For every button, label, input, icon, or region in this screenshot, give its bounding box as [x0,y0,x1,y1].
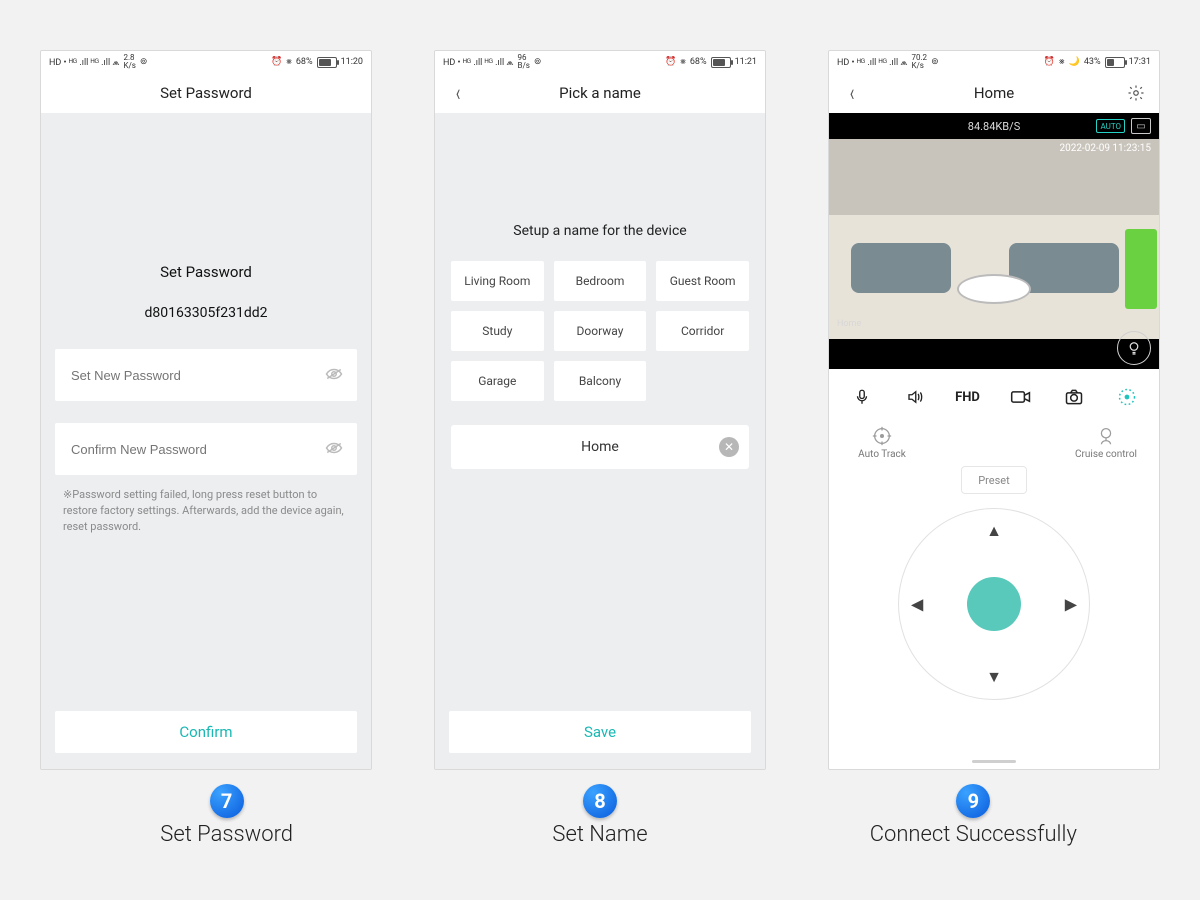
dpad-left[interactable]: ◀ [911,595,923,614]
room-chip[interactable]: Living Room [451,261,544,301]
snapshot-button[interactable] [1057,382,1091,412]
video-label: Home [837,319,861,329]
set-password-heading: Set Password [41,113,371,281]
page-title: Home [974,84,1014,102]
navbar: ‹ Pick a name [435,73,765,114]
cruise-control-button[interactable]: Cruise control [1071,425,1141,460]
eye-icon: ⊚ [140,57,148,67]
step-8: 8 Set Name [413,784,786,847]
video-area[interactable]: 84.84KB/S AUTO ▭ 2022-02-09 11:23:15 Hom… [829,113,1159,369]
preset-button[interactable]: Preset [961,466,1027,494]
room-chip[interactable]: Garage [451,361,544,401]
room-chip[interactable]: Corridor [656,311,749,351]
batt-pct: 68% [296,57,313,67]
batt-pct: 43% [1084,57,1101,67]
clock: 17:31 [1129,57,1151,67]
room-chip[interactable]: Study [451,311,544,351]
page-title: Set Password [160,84,252,102]
bitrate: 84.84KB/S [968,120,1020,133]
resolution-button[interactable]: FHD [951,382,985,412]
step-caption: Set Password [160,822,293,847]
page-title: Pick a name [559,84,641,102]
room-chip[interactable]: Guest Room [656,261,749,301]
room-chip[interactable]: Bedroom [554,261,647,301]
new-password-field[interactable] [55,349,357,401]
video-timestamp: 2022-02-09 11:23:15 [1059,143,1151,154]
ptz-button[interactable] [1110,382,1144,412]
step-badge: 8 [583,784,617,818]
clock: 11:21 [735,57,757,67]
step-caption: Connect Successfully [870,822,1077,847]
rotate-button[interactable]: ▭ [1131,118,1151,134]
confirm-button[interactable]: Confirm [55,711,357,753]
dpad: ▲ ▼ ◀ ▶ [898,508,1090,700]
bt-icon: ⨳ [286,57,292,67]
dpad-down[interactable]: ▼ [986,667,1002,687]
moon-icon: 🌙 [1069,57,1080,67]
phone-pick-name: HD • ᴴᴳ .ıll ᴴᴳ .ıll ⩕ 96B/s ⊚ ⏰ ⨳ 68% 1… [434,50,766,770]
status-left: HD • ᴴᴳ .ıll ᴴᴳ .ıll ⩕ [837,57,907,68]
record-button[interactable] [1004,382,1038,412]
alarm-icon: ⏰ [1044,57,1055,67]
speaker-button[interactable] [898,382,932,412]
navbar: ‹ Home [829,73,1159,114]
eye-off-icon[interactable] [325,440,343,459]
alarm-icon: ⏰ [665,57,676,67]
battery-icon [711,57,731,68]
light-button[interactable] [1117,331,1151,365]
step-9: 9 Connect Successfully [787,784,1160,847]
clear-icon[interactable]: ✕ [719,437,739,457]
drag-handle[interactable] [972,760,1016,763]
dpad-right[interactable]: ▶ [1065,595,1077,614]
clock: 11:20 [341,57,363,67]
auto-track-button[interactable]: Auto Track [847,425,917,460]
eye-off-icon[interactable] [325,366,343,385]
eye-icon: ⊚ [534,57,542,67]
room-chip[interactable]: Doorway [554,311,647,351]
subheading: Setup a name for the device [435,113,765,239]
dpad-up[interactable]: ▲ [986,521,1002,541]
battery-icon [1105,57,1125,68]
device-name-value: Home [581,439,619,455]
status-bar: HD • ᴴᴳ .ıll ᴴᴳ .ıll ⩕ 70.2K/s ⊚ ⏰ ⨳ 🌙 4… [829,51,1159,73]
step-caption: Set Name [552,822,647,847]
phone-set-password: HD • ᴴᴳ .ıll ᴴᴳ .ıll ⩕ 2.8K/s ⊚ ⏰ ⨳ 68% … [40,50,372,770]
confirm-password-field[interactable] [55,423,357,475]
new-password-input[interactable] [69,367,306,384]
step-badge: 7 [210,784,244,818]
back-button[interactable]: ‹ [443,73,473,113]
phone-home: HD • ᴴᴳ .ıll ᴴᴳ .ıll ⩕ 70.2K/s ⊚ ⏰ ⨳ 🌙 4… [828,50,1160,770]
quality-button[interactable]: AUTO [1096,119,1125,133]
bt-icon: ⨳ [1059,57,1065,67]
back-button[interactable]: ‹ [837,73,867,113]
eye-icon: ⊚ [931,57,939,67]
auto-track-label: Auto Track [858,449,906,460]
status-left: HD • ᴴᴳ .ıll ᴴᴳ .ıll ⩕ [443,57,513,68]
cruise-label: Cruise control [1075,449,1137,460]
mic-button[interactable] [845,382,879,412]
status-left: HD • ᴴᴳ .ıll ᴴᴳ .ıll ⩕ [49,57,119,68]
batt-pct: 68% [690,57,707,67]
status-bar: HD • ᴴᴳ .ıll ᴴᴳ .ıll ⩕ 96B/s ⊚ ⏰ ⨳ 68% 1… [435,51,765,73]
settings-button[interactable] [1121,73,1151,113]
device-name-input[interactable]: Home ✕ [451,425,749,469]
navbar: Set Password [41,73,371,114]
confirm-password-input[interactable] [69,441,306,458]
step-7: 7 Set Password [40,784,413,847]
video-toolbar: FHD [829,369,1159,419]
device-id: d80163305f231dd2 [41,305,371,321]
alarm-icon: ⏰ [271,57,282,67]
step-badge: 9 [956,784,990,818]
dpad-center[interactable] [967,577,1021,631]
room-chip[interactable]: Balcony [554,361,647,401]
battery-icon [317,57,337,68]
password-note: ※Password setting failed, long press res… [41,475,371,535]
status-bar: HD • ᴴᴳ .ıll ᴴᴳ .ıll ⩕ 2.8K/s ⊚ ⏰ ⨳ 68% … [41,51,371,73]
save-button[interactable]: Save [449,711,751,753]
bt-icon: ⨳ [680,57,686,67]
